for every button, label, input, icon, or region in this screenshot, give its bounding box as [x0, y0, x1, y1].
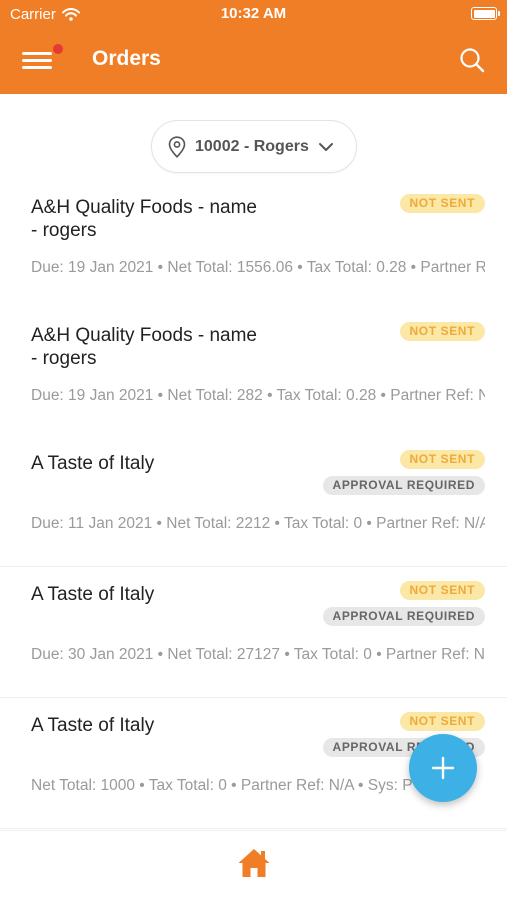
plus-icon: [431, 756, 455, 780]
order-details: Due: 19 Jan 2021 • Net Total: 1556.06 • …: [31, 259, 485, 276]
order-card[interactable]: A Taste of Italy NOT SENT APPROVAL REQUI…: [0, 436, 507, 567]
status-badge-not-sent: NOT SENT: [399, 450, 485, 469]
home-nav-button[interactable]: [237, 847, 271, 879]
status-badge-not-sent: NOT SENT: [399, 712, 485, 731]
status-badge-approval-required: APPROVAL REQUIRED: [322, 607, 485, 626]
order-card[interactable]: A&H Quality Foods - name - rogers NOT SE…: [0, 180, 507, 311]
location-pin-icon: [168, 135, 186, 158]
home-icon: [238, 849, 270, 877]
bottom-nav: [0, 830, 507, 900]
location-selector[interactable]: 10002 - Rogers: [151, 120, 357, 173]
page-title: Orders: [92, 47, 161, 70]
search-icon: [460, 48, 485, 73]
chevron-down-icon: [318, 142, 333, 151]
menu-button[interactable]: [22, 44, 63, 72]
add-order-button[interactable]: [409, 734, 477, 802]
order-card[interactable]: A&H Quality Foods - name - rogers NOT SE…: [0, 308, 507, 439]
order-customer-name: A Taste of Italy: [31, 453, 155, 474]
order-customer-name: A Taste of Italy: [31, 584, 155, 605]
order-card[interactable]: A Taste of Italy NOT SENT APPROVAL REQUI…: [0, 567, 507, 698]
status-badge-not-sent: NOT SENT: [399, 322, 485, 341]
order-details: Due: 19 Jan 2021 • Net Total: 282 • Tax …: [31, 387, 485, 404]
app-header: Carrier 10:32 AM Orders: [0, 0, 507, 94]
status-bar: Carrier 10:32 AM: [0, 0, 507, 30]
location-label: 10002 - Rogers: [195, 137, 309, 155]
battery-icon: [471, 7, 500, 20]
status-time: 10:32 AM: [220, 5, 287, 22]
order-details: Due: 30 Jan 2021 • Net Total: 27127 • Ta…: [31, 646, 485, 663]
notification-dot: [53, 44, 63, 54]
order-customer-name: A&H Quality Foods - name - rogers: [31, 197, 257, 241]
order-customer-name: A Taste of Italy: [31, 715, 155, 736]
order-details: Due: 11 Jan 2021 • Net Total: 2212 • Tax…: [31, 515, 485, 532]
status-badge-not-sent: NOT SENT: [399, 194, 485, 213]
status-badge-not-sent: NOT SENT: [399, 581, 485, 600]
status-badge-approval-required: APPROVAL REQUIRED: [322, 476, 485, 495]
search-button[interactable]: [458, 46, 486, 74]
order-customer-name: A&H Quality Foods - name - rogers: [31, 325, 257, 369]
hamburger-icon: [22, 52, 52, 55]
